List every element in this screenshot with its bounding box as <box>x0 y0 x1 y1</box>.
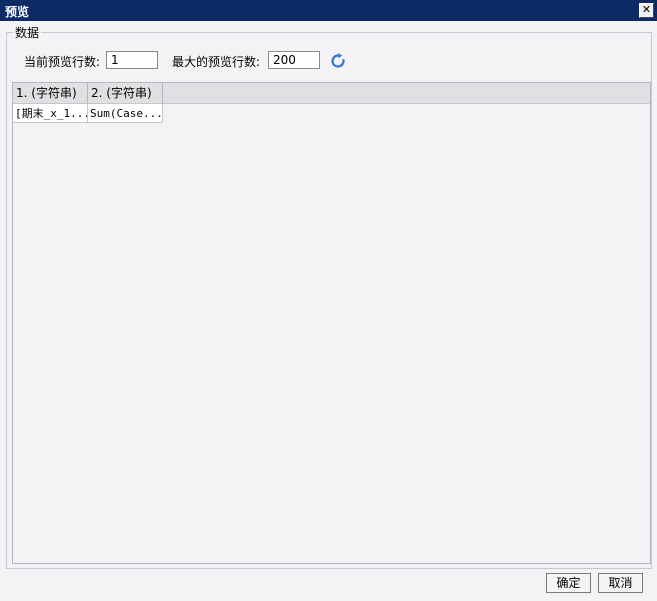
current-rows-label: 当前预览行数: <box>24 55 101 69</box>
grid-header: 1. (字符串) 2. (字符串) <box>13 83 650 104</box>
max-rows-input[interactable]: 200 <box>268 51 320 69</box>
preview-grid: 1. (字符串) 2. (字符串) [期末_x_1... Sum(Case... <box>12 82 651 564</box>
column-header-1[interactable]: 1. (字符串) <box>13 83 88 103</box>
current-rows-input[interactable]: 1 <box>106 51 158 69</box>
title-bar: 预览 ✕ <box>0 0 657 21</box>
ok-button[interactable]: 确定 <box>546 573 591 593</box>
table-cell[interactable]: [期末_x_1... <box>13 104 88 123</box>
close-button[interactable]: ✕ <box>639 3 654 18</box>
refresh-icon[interactable] <box>330 53 346 69</box>
group-legend: 数据 <box>13 24 42 41</box>
table-cell[interactable]: Sum(Case... <box>88 104 163 123</box>
window-title: 预览 <box>5 5 30 19</box>
max-rows-label: 最大的预览行数: <box>172 55 261 69</box>
column-header-2[interactable]: 2. (字符串) <box>88 83 163 103</box>
close-icon: ✕ <box>641 3 652 16</box>
cancel-button[interactable]: 取消 <box>598 573 643 593</box>
